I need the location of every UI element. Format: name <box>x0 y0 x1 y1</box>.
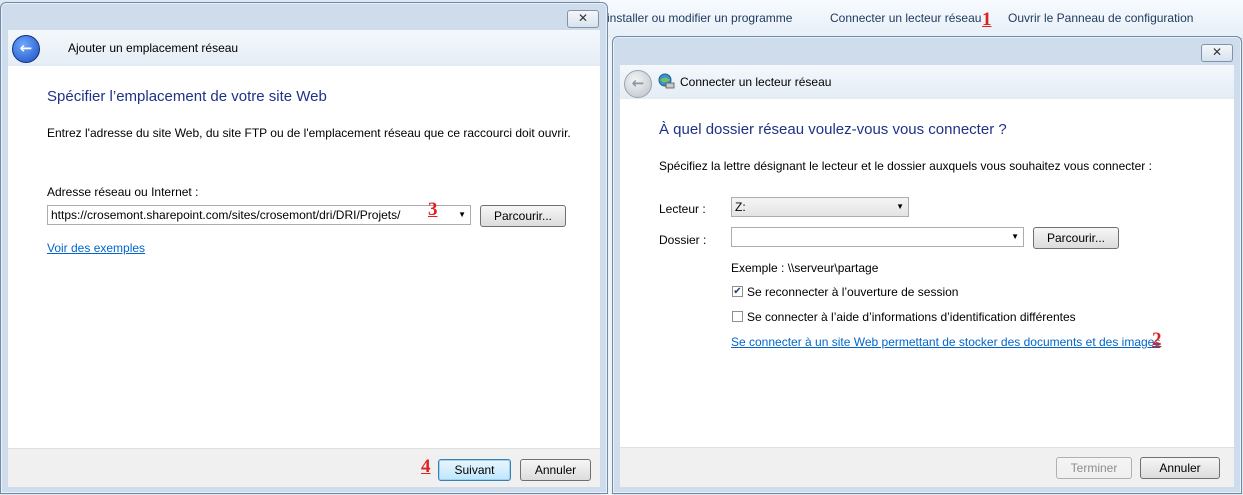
annotation-marker-3: 3 <box>428 199 438 220</box>
close-icon: ✕ <box>1211 45 1223 59</box>
other-credentials-label: Se connecter à l’aide d’informations d’i… <box>747 310 1076 324</box>
address-combobox[interactable]: https://crosemont.sharepoint.com/sites/c… <box>47 205 471 225</box>
drive-letter-select[interactable]: Z: ▼ <box>731 197 909 217</box>
browse-button[interactable]: Parcourir... <box>480 205 566 227</box>
folder-label: Dossier : <box>659 233 707 247</box>
dropdown-arrow-icon[interactable]: ▼ <box>458 206 466 224</box>
address-label: Adresse réseau ou Internet : <box>47 185 199 199</box>
reconnect-label: Se reconnecter à l’ouverture de session <box>747 285 959 299</box>
toolbar-install-program[interactable]: installer ou modifier un programme <box>607 11 792 25</box>
wizard-header: ← Connecter un lecteur réseau <box>620 65 1234 99</box>
finish-button[interactable]: Terminer <box>1056 457 1132 479</box>
cancel-button[interactable]: Annuler <box>520 459 591 481</box>
folder-combobox[interactable]: ▼ <box>731 227 1024 247</box>
address-value: https://crosemont.sharepoint.com/sites/c… <box>51 208 401 222</box>
dropdown-arrow-icon[interactable]: ▼ <box>896 198 904 216</box>
network-drive-icon <box>658 73 675 89</box>
drive-label: Lecteur : <box>659 202 706 216</box>
wizard-footer: 4 Suivant Annuler <box>8 448 600 487</box>
page-heading: Spécifier l’emplacement de votre site We… <box>47 88 327 105</box>
toolbar-map-network-drive[interactable]: Connecter un lecteur réseau <box>830 11 981 25</box>
wizard-content: Spécifier l’emplacement de votre site We… <box>8 66 600 448</box>
back-button[interactable]: ← <box>624 70 652 98</box>
back-button[interactable]: ← <box>12 35 40 63</box>
annotation-marker-4: 4 <box>421 456 431 477</box>
add-network-location-window: ✕ ← Ajouter un emplacement réseau Spécif… <box>0 2 608 494</box>
wizard-content: À quel dossier réseau voulez-vous vous c… <box>620 99 1234 447</box>
see-examples-link[interactable]: Voir des exemples <box>47 241 145 255</box>
close-button[interactable]: ✕ <box>1201 44 1233 62</box>
map-network-drive-window: ✕ ← Connecter un lecteur réseau À quel d… <box>612 36 1242 494</box>
wizard-title: Connecter un lecteur réseau <box>680 75 832 89</box>
back-arrow-icon: ← <box>631 74 645 92</box>
next-button[interactable]: Suivant <box>438 459 511 481</box>
cancel-button[interactable]: Annuler <box>1140 457 1220 479</box>
reconnect-checkbox[interactable]: ✔ <box>732 286 743 297</box>
browse-button[interactable]: Parcourir... <box>1033 227 1119 249</box>
wizard-title: Ajouter un emplacement réseau <box>68 41 239 55</box>
other-credentials-checkbox[interactable] <box>732 311 743 322</box>
close-icon: ✕ <box>577 11 589 25</box>
dropdown-arrow-icon[interactable]: ▼ <box>1011 228 1019 246</box>
explorer-toolbar: installer ou modifier un programme Conne… <box>600 0 1243 39</box>
drive-value: Z: <box>735 200 746 214</box>
wizard-header: ← Ajouter un emplacement réseau <box>8 30 600 66</box>
annotation-marker-2: 2 <box>1152 329 1162 350</box>
annotation-marker-1: 1 <box>982 9 992 30</box>
instructions-text: Entrez l'adresse du site Web, du site FT… <box>47 126 571 140</box>
checkmark-icon: ✔ <box>733 286 742 297</box>
instructions-text: Spécifiez la lettre désignant le lecteur… <box>659 159 1152 173</box>
close-button[interactable]: ✕ <box>567 10 599 28</box>
wizard-footer: Terminer Annuler <box>620 447 1234 487</box>
connect-website-link[interactable]: Se connecter à un site Web permettant de… <box>731 335 1160 349</box>
toolbar-open-control-panel[interactable]: Ouvrir le Panneau de configuration <box>1008 11 1193 25</box>
example-text: Exemple : \\serveur\partage <box>731 261 879 275</box>
page-heading: À quel dossier réseau voulez-vous vous c… <box>659 121 1007 138</box>
back-arrow-icon: ← <box>19 39 33 57</box>
